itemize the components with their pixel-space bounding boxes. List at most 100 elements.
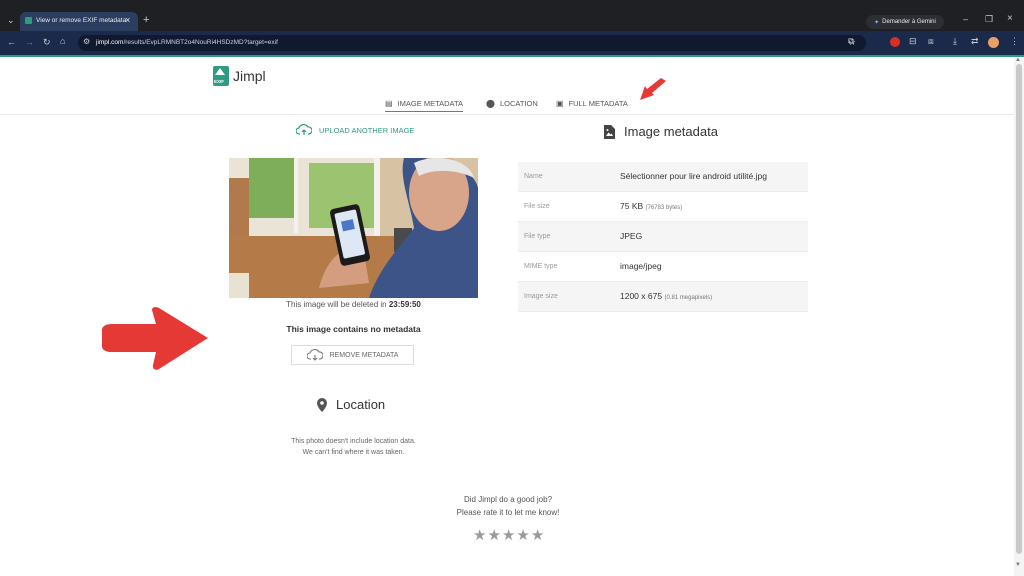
annotation-arrow-small: [640, 78, 666, 100]
logo-text[interactable]: Jimpl: [233, 68, 266, 84]
metadata-title: Image metadata: [624, 124, 718, 139]
url-text: jimpl.com/results/EvpLRMNBT2o4NouRi4HSDz…: [96, 39, 278, 46]
back-icon[interactable]: ←: [7, 38, 16, 47]
page-accent-line: [0, 55, 1024, 57]
restore-icon[interactable]: ❐: [985, 15, 993, 24]
gemini-sparkle-icon: ✦: [874, 19, 880, 26]
row-label: Name: [524, 173, 543, 180]
table-row: File size 75 KB (76783 bytes): [518, 192, 808, 222]
tab-label: FULL METADATA: [568, 99, 628, 108]
reload-icon[interactable]: ↻: [43, 38, 51, 47]
rating-stars: ★ ★ ★ ★ ★: [473, 528, 544, 543]
location-line-1: This photo doesn't include location data…: [291, 438, 416, 445]
cast-icon[interactable]: ⧉: [848, 37, 854, 46]
value-note: (0.81 megapixels): [664, 295, 713, 301]
annotation-arrow-large: [101, 306, 208, 370]
tab-image-metadata[interactable]: ▤ IMAGE METADATA: [385, 99, 463, 112]
location-heading: Location: [317, 397, 385, 412]
file-image-icon: ▤: [385, 99, 393, 108]
no-metadata-message: This image contains no metadata: [286, 324, 421, 334]
star-icon[interactable]: ★: [502, 528, 515, 543]
row-value: image/jpeg: [620, 252, 662, 281]
value-text: Sélectionner pour lire android utilité.j…: [620, 171, 767, 181]
jimpl-favicon-icon: [25, 17, 32, 24]
download-icon[interactable]: ⤓: [953, 37, 957, 46]
document-image-icon: [604, 124, 615, 139]
map-pin-icon: ⬤: [486, 99, 495, 108]
table-row: Image size 1200 x 675 (0.81 megapixels): [518, 282, 808, 312]
star-icon[interactable]: ★: [516, 528, 529, 543]
value-text: JPEG: [620, 231, 643, 241]
extensions-puzzle-icon[interactable]: ⧈: [928, 37, 934, 46]
value-text: 75 KB: [620, 201, 644, 211]
delete-time: 23:59:50: [388, 300, 421, 309]
close-tab-icon[interactable]: ×: [125, 15, 130, 25]
list-box-icon: ▣: [556, 99, 564, 108]
url-domain: jimpl.com: [96, 39, 124, 46]
new-tab-icon[interactable]: +: [143, 15, 149, 26]
remove-metadata-button[interactable]: REMOVE METADATA: [291, 345, 414, 365]
row-label: File type: [524, 233, 551, 240]
photo-illustration: [229, 158, 478, 298]
scrollbar-thumb[interactable]: [1016, 64, 1022, 554]
gemini-button[interactable]: ✦ Demander à Gemini: [866, 15, 944, 29]
cloud-upload-icon: [296, 124, 312, 135]
url-path: /results/EvpLRMNBT2o4NouRi4HSDzMD?target…: [123, 39, 278, 46]
delete-prefix: This image will be deleted in: [286, 300, 389, 309]
browser-tab[interactable]: View or remove EXIF metadata ×: [20, 12, 138, 31]
menu-dots-icon[interactable]: ⋮: [1010, 37, 1019, 46]
star-icon[interactable]: ★: [487, 528, 500, 543]
upload-another-image-link[interactable]: UPLOAD ANOTHER IMAGE: [296, 124, 414, 136]
metadata-heading: Image metadata: [604, 124, 718, 139]
tab-label: LOCATION: [499, 99, 538, 108]
minimize-icon[interactable]: –: [963, 15, 968, 24]
site-info-icon[interactable]: ⚙: [83, 38, 90, 46]
cloud-download-icon: [306, 349, 323, 361]
row-value: 1200 x 675 (0.81 megapixels): [620, 282, 712, 313]
value-note: (76783 bytes): [645, 205, 683, 211]
scroll-up-icon[interactable]: ▲: [1015, 57, 1021, 63]
profile-avatar[interactable]: [988, 37, 999, 48]
upload-label: UPLOAD ANOTHER IMAGE: [319, 125, 415, 135]
home-icon[interactable]: ⌂: [60, 37, 65, 46]
row-label: MIME type: [524, 263, 558, 270]
forward-icon[interactable]: →: [25, 38, 34, 47]
extension-icon[interactable]: ⊟: [909, 37, 917, 46]
extension-red-icon[interactable]: [890, 37, 900, 47]
star-icon[interactable]: ★: [531, 528, 544, 543]
value-text: image/jpeg: [620, 261, 662, 271]
uploaded-image-preview: [229, 158, 478, 298]
url-input[interactable]: ⚙ jimpl.com/results/EvpLRMNBT2o4NouRi4HS…: [78, 35, 866, 51]
tab-full-metadata[interactable]: ▣ FULL METADATA: [556, 99, 628, 108]
table-row: Name Sélectionner pour lire android util…: [518, 162, 808, 192]
logo-mountain-shape: [215, 68, 225, 75]
tab-label: IMAGE METADATA: [397, 99, 463, 108]
rating-prompt: Did Jimpl do a good job? Please rate it …: [408, 493, 608, 519]
rating-line-2: Please rate it to let me know!: [456, 508, 560, 517]
remove-label: REMOVE METADATA: [329, 351, 399, 359]
value-text: 1200 x 675: [620, 291, 663, 301]
table-row: File type JPEG: [518, 222, 808, 252]
jimpl-logo-icon[interactable]: EXIF: [213, 66, 229, 86]
star-icon[interactable]: ★: [473, 528, 486, 543]
row-value: JPEG: [620, 222, 642, 251]
table-row: MIME type image/jpeg: [518, 252, 808, 282]
tab-title: View or remove EXIF metadata: [36, 17, 127, 24]
header-divider: [0, 114, 1014, 115]
delete-countdown: This image will be deleted in 23:59:50: [229, 300, 478, 309]
tab-list-chevron-icon[interactable]: ⌄: [7, 16, 15, 25]
location-line-2: We can't find where it was taken.: [302, 449, 405, 456]
row-label: Image size: [524, 293, 558, 300]
location-title: Location: [336, 397, 386, 412]
window-close-icon[interactable]: ×: [1007, 14, 1013, 24]
scroll-down-icon[interactable]: ▼: [1015, 562, 1021, 568]
row-value: Sélectionner pour lire android utilité.j…: [620, 162, 767, 191]
logo-badge: EXIF: [214, 79, 225, 84]
translate-icon[interactable]: ⇄: [971, 37, 979, 46]
row-value: 75 KB (76783 bytes): [620, 192, 682, 223]
map-marker-icon: [317, 397, 327, 412]
row-label: File size: [524, 203, 550, 210]
gemini-label: Demander à Gemini: [882, 19, 936, 25]
location-message: This photo doesn't include location data…: [229, 436, 478, 458]
tab-location[interactable]: ⬤ LOCATION: [486, 99, 538, 108]
